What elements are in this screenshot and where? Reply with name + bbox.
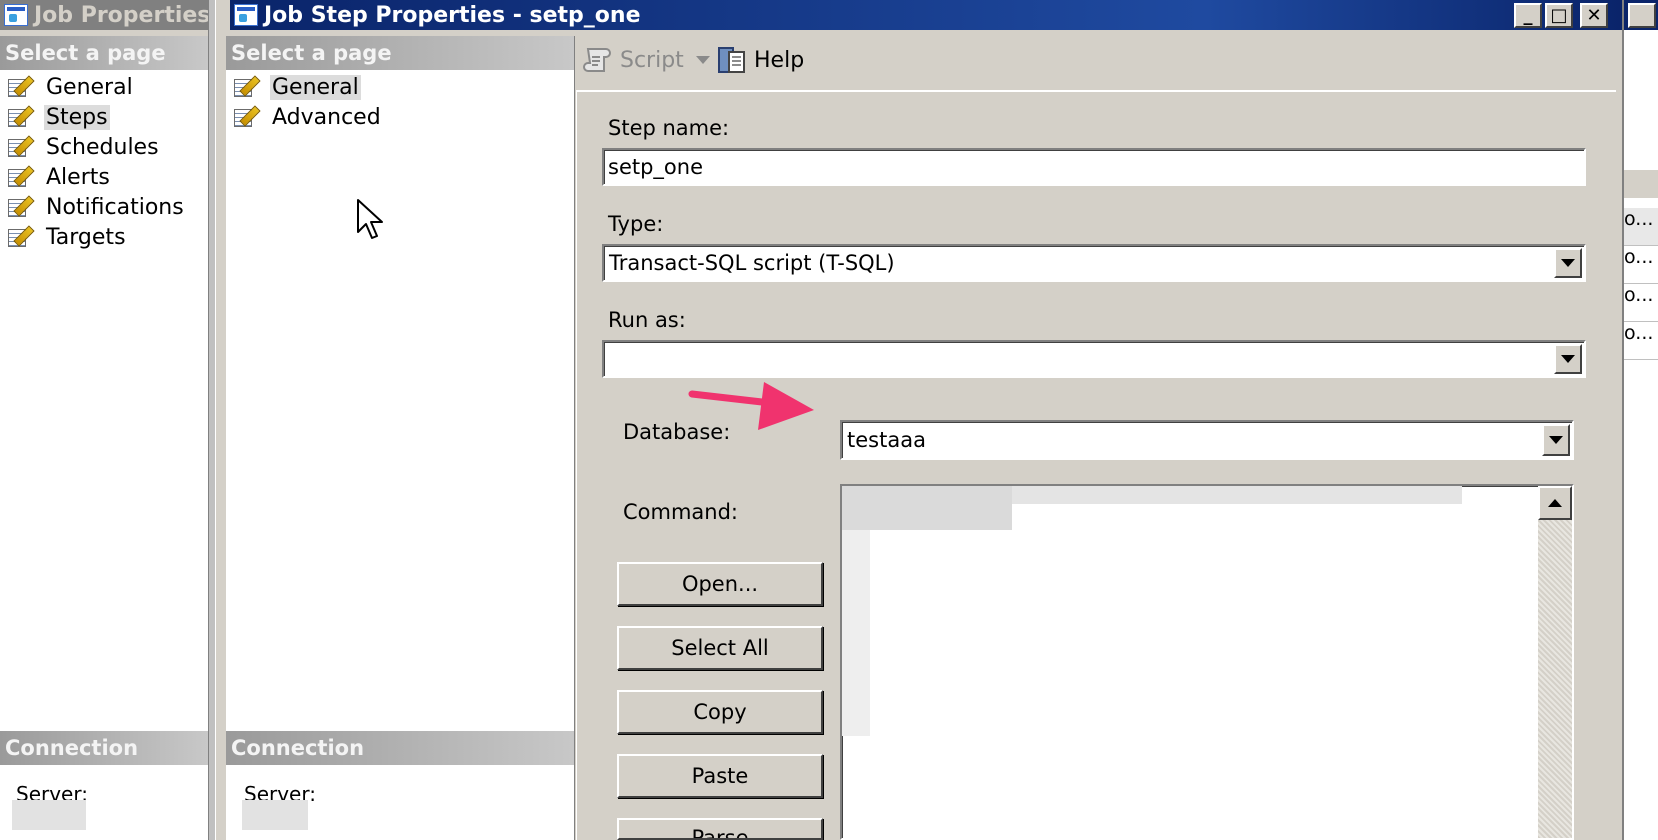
run-as-dropdown-button[interactable] xyxy=(1554,344,1582,374)
background-list-header xyxy=(1624,170,1658,198)
nav-item-general[interactable]: General xyxy=(0,72,208,102)
paste-button[interactable]: Paste xyxy=(617,754,823,798)
nav-item-targets[interactable]: Targets xyxy=(0,222,208,252)
page-properties-icon xyxy=(6,225,35,249)
database-select-value: testaaa xyxy=(847,428,926,452)
chevron-down-icon xyxy=(1561,355,1575,363)
type-dropdown-button[interactable] xyxy=(1554,248,1582,278)
scroll-up-button[interactable] xyxy=(1538,486,1572,520)
job-properties-nav-panel: Select a page General Steps Schedules Al… xyxy=(0,36,208,840)
nav-item-steps[interactable]: Steps xyxy=(0,102,208,132)
script-icon xyxy=(583,48,611,72)
connection-header: Connection xyxy=(226,731,574,765)
command-textarea[interactable] xyxy=(840,484,1574,840)
step-nav-panel: Select a page General Advanced xyxy=(226,36,574,840)
nav-item-label: Targets xyxy=(46,224,126,250)
background-list-cell: o... xyxy=(1624,284,1658,322)
page-properties-icon xyxy=(6,75,35,99)
nav-item-label: General xyxy=(270,74,361,100)
connection-header: Connection xyxy=(0,731,208,765)
job-step-properties-title: Job Step Properties - setp_one xyxy=(264,2,641,28)
page-properties-icon xyxy=(6,195,35,219)
open-button[interactable]: Open... xyxy=(617,562,823,606)
chevron-up-icon xyxy=(1548,499,1562,507)
help-book-icon xyxy=(718,47,745,73)
chevron-down-icon xyxy=(1549,436,1563,444)
nav-item-label: Advanced xyxy=(272,104,381,130)
job-properties-titlebar[interactable]: Job Properties - xyxy=(0,0,210,30)
window-border xyxy=(208,0,216,840)
select-all-button[interactable]: Select All xyxy=(617,626,823,670)
database-label: Database: xyxy=(623,420,731,444)
page-properties-icon xyxy=(232,105,261,129)
background-window-close-button[interactable] xyxy=(1628,3,1656,28)
nav-item-alerts[interactable]: Alerts xyxy=(0,162,208,192)
page-properties-icon xyxy=(232,75,261,99)
chevron-down-icon xyxy=(695,56,710,64)
run-as-label: Run as: xyxy=(608,308,686,332)
nav-item-schedules[interactable]: Schedules xyxy=(0,132,208,162)
close-button[interactable]: ✕ xyxy=(1580,3,1608,28)
nav-item-label: Schedules xyxy=(46,134,159,160)
page-properties-icon xyxy=(6,105,35,129)
select-page-header: Select a page xyxy=(226,36,574,70)
nav-item-label: Steps xyxy=(44,104,110,130)
nav-item-advanced[interactable]: Advanced xyxy=(226,102,574,132)
command-label: Command: xyxy=(623,500,739,524)
script-button[interactable]: Script xyxy=(582,42,710,78)
redacted-server-value xyxy=(242,800,308,830)
background-list-cell: o... xyxy=(1624,322,1658,360)
maximize-button[interactable]: □ xyxy=(1545,3,1573,28)
database-dropdown-button[interactable] xyxy=(1542,424,1570,456)
chevron-down-icon xyxy=(1561,259,1575,267)
job-step-properties-titlebar[interactable]: Job Step Properties - setp_one xyxy=(230,0,1622,30)
window-icon xyxy=(234,4,258,26)
parse-button[interactable]: Parse xyxy=(617,818,823,840)
type-label: Type: xyxy=(608,212,664,236)
script-button-label: Script xyxy=(620,47,684,73)
nav-item-notifications[interactable]: Notifications xyxy=(0,192,208,222)
page-properties-icon xyxy=(6,165,35,189)
step-name-value: setp_one xyxy=(608,155,704,179)
job-properties-title: Job Properties - xyxy=(34,2,210,28)
nav-item-label: General xyxy=(46,74,133,100)
nav-item-label: Alerts xyxy=(46,164,110,190)
page-properties-icon xyxy=(6,135,35,159)
type-select-value: Transact-SQL script (T-SQL) xyxy=(609,251,895,275)
copy-button[interactable]: Copy xyxy=(617,690,823,734)
background-window-edge xyxy=(1622,0,1658,840)
parse-button-label: Parse xyxy=(691,826,749,840)
nav-item-general[interactable]: General xyxy=(226,72,574,102)
background-list-cell: o... xyxy=(1624,208,1658,246)
step-name-input[interactable]: setp_one xyxy=(602,148,1586,186)
window-icon xyxy=(4,4,28,26)
background-list-cell: o... xyxy=(1624,246,1658,284)
select-page-header: Select a page xyxy=(0,36,208,70)
redacted-command-text xyxy=(842,486,1012,530)
mouse-cursor-icon xyxy=(357,199,383,239)
help-button[interactable]: Help xyxy=(716,42,804,78)
minimize-button[interactable]: _ xyxy=(1514,3,1542,28)
database-select[interactable]: testaaa xyxy=(840,420,1574,460)
step-name-label: Step name: xyxy=(608,116,730,140)
command-vertical-scrollbar[interactable] xyxy=(1538,486,1572,838)
help-button-label: Help xyxy=(754,47,805,73)
nav-item-label: Notifications xyxy=(46,194,184,220)
run-as-select[interactable] xyxy=(602,340,1586,378)
type-select[interactable]: Transact-SQL script (T-SQL) xyxy=(602,244,1586,282)
redacted-server-value xyxy=(12,800,86,830)
redacted-command-text xyxy=(842,530,870,736)
